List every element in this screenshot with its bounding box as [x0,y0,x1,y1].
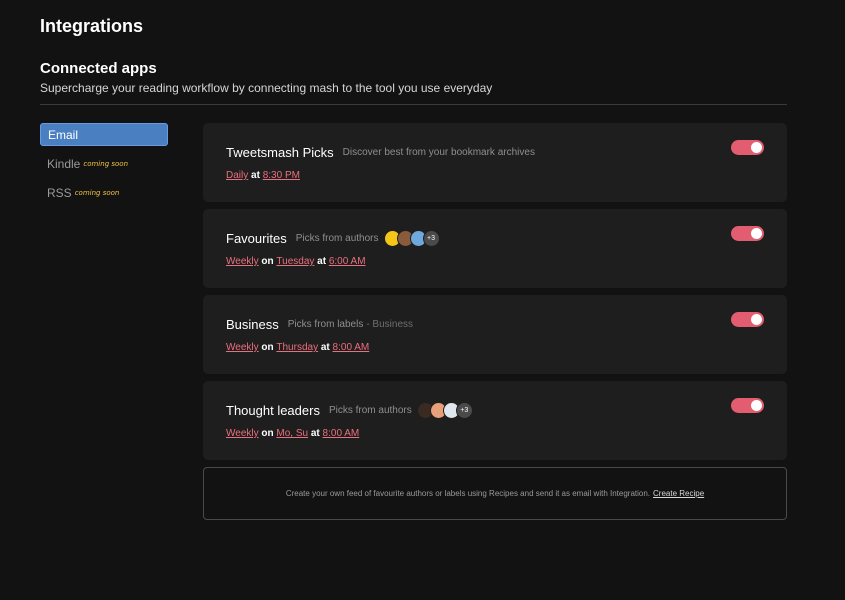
recipe-prompt-text: Create your own feed of favourite author… [285,489,651,498]
enable-toggle[interactable] [731,226,764,241]
author-avatars: +3 [383,229,440,247]
card-header: Thought leaders Picks from authors +3 [226,401,473,419]
coming-soon-badge: coming soon [83,159,129,168]
schedule-on-label: on [261,342,274,353]
card-title: Thought leaders [226,402,320,418]
card-header: Favourites Picks from authors +3 [226,229,440,247]
time-link[interactable]: 6:00 AM [329,256,366,267]
time-link[interactable]: 8:00 AM [333,342,370,353]
sidebar-item-email[interactable]: Email [40,123,168,146]
card-description: Picks from labels [287,318,364,330]
integration-cards: Tweetsmash Picks Discover best from your… [203,123,787,520]
enable-toggle[interactable] [731,398,764,413]
frequency-link[interactable]: Daily [226,170,248,181]
card-description: Picks from authors [295,232,379,244]
integration-card-favourites: Favourites Picks from authors +3 Weekly … [203,209,787,288]
integration-card-thought-leaders: Thought leaders Picks from authors +3 We… [203,381,787,460]
time-link[interactable]: 8:30 PM [263,170,300,181]
toggle-knob [751,142,762,153]
time-link[interactable]: 8:00 AM [323,428,360,439]
day-link[interactable]: Tuesday [276,256,314,267]
section-title: Connected apps [40,60,157,77]
schedule-on-label: on [261,428,274,439]
sidebar-item-label: Kindle [47,156,81,171]
frequency-link[interactable]: Weekly [226,256,259,267]
card-header: Tweetsmash Picks Discover best from your… [226,143,535,161]
schedule-at-label: at [251,170,260,181]
day-link[interactable]: Mo, Su [276,428,308,439]
create-recipe-link[interactable]: Create Recipe [653,489,704,498]
page-title: Integrations [40,16,144,36]
avatar-more-count[interactable]: +3 [422,229,440,247]
card-title: Favourites [226,230,287,246]
enable-toggle[interactable] [731,140,764,155]
card-header: Business Picks from labels - Business [226,315,413,333]
card-description: Picks from authors [328,404,412,416]
frequency-link[interactable]: Weekly [226,342,259,353]
card-description: Discover best from your bookmark archive… [342,146,535,158]
coming-soon-badge: coming soon [74,188,120,197]
schedule-at-label: at [317,256,327,267]
section-divider [40,104,787,105]
integration-card-tweetsmash-picks: Tweetsmash Picks Discover best from your… [203,123,787,202]
schedule-at-label: at [310,428,320,439]
card-title: Tweetsmash Picks [226,144,334,160]
sidebar-item-kindle[interactable]: Kindle coming soon [40,152,168,175]
avatar-more-count[interactable]: +3 [455,401,473,419]
schedule-on-label: on [261,256,274,267]
sidebar-item-label: RSS [47,185,72,200]
sidebar-item-label: Email [48,127,79,142]
card-schedule: Weekly on Tuesday at 6:00 AM [226,256,366,267]
enable-toggle[interactable] [731,312,764,327]
card-title: Business [226,316,279,332]
toggle-knob [751,228,762,239]
card-schedule: Weekly on Mo, Su at 8:00 AM [226,428,359,439]
author-avatars: +3 [416,401,473,419]
section-subtitle: Supercharge your reading workflow by con… [40,81,493,95]
card-schedule: Weekly on Thursday at 8:00 AM [226,342,369,353]
toggle-knob [751,314,762,325]
create-recipe-box: Create your own feed of favourite author… [203,467,787,520]
sidebar-item-rss[interactable]: RSS coming soon [40,181,168,204]
schedule-at-label: at [320,342,330,353]
integration-card-business: Business Picks from labels - Business We… [203,295,787,374]
toggle-knob [751,400,762,411]
day-link[interactable]: Thursday [276,342,318,353]
card-description-label: - Business [366,318,414,330]
card-schedule: Daily at 8:30 PM [226,170,300,181]
sidebar: Email Kindle coming soon RSS coming soon [40,123,168,210]
frequency-link[interactable]: Weekly [226,428,259,439]
